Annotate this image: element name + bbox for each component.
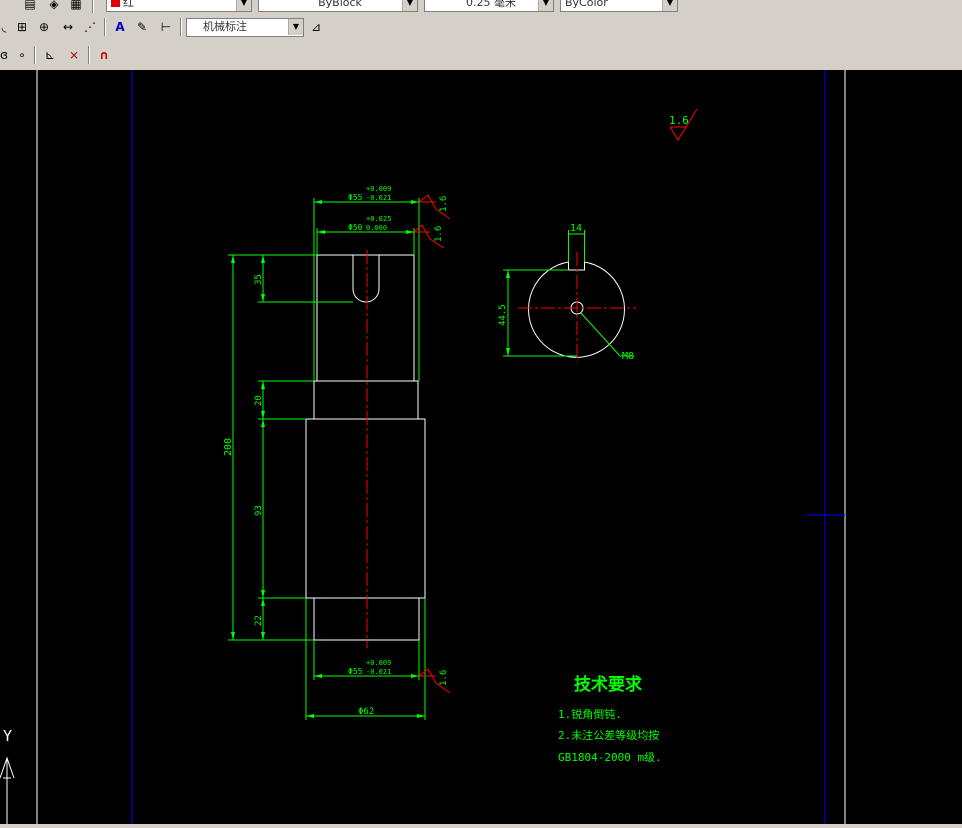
chevron-down-icon[interactable]: ▼ <box>402 0 417 11</box>
chevron-down-icon[interactable]: ▼ <box>538 0 553 11</box>
dimstyle-combo-value: 机械标注 <box>203 20 247 33</box>
layer-states-icon[interactable]: ◈ <box>44 0 64 14</box>
snap-none-icon[interactable]: ⨯ <box>64 45 84 65</box>
thread-label: M8 <box>622 351 634 362</box>
dim-style-manager-icon[interactable]: ⊿ <box>306 17 326 37</box>
tech-line-3: GB1804-2000 m级. <box>558 751 662 764</box>
cross-section-view: 14 44.5 M8 <box>498 223 636 362</box>
dia-2: Φ50 <box>348 223 363 232</box>
roughness-1-label: 1.6 <box>439 196 449 212</box>
dim-center-mark-icon[interactable]: ⊕ <box>34 17 54 37</box>
tech-line-1: 1.锐角倒钝. <box>558 707 622 721</box>
dim-20: 20 <box>254 395 264 406</box>
roughness-top-label: 1.6 <box>669 114 689 127</box>
drawing-canvas[interactable]: 1.6 +0.009 -0.021 Φ55 +0.025 0.000 Φ50 +… <box>0 70 962 824</box>
snap-point-icon[interactable]: ∘ <box>12 45 32 65</box>
dia-4: Φ62 <box>358 707 374 717</box>
snap-perpendicular-icon[interactable]: ⊾ <box>40 45 60 65</box>
tol-top-2: +0.025 <box>366 215 391 223</box>
tech-requirements: 技术要求 1.锐角倒钝. 2.未注公差等级均按 GB1804-2000 m级. <box>558 674 662 764</box>
snap-toolbar: ɞ ∘ ⊾ ⨯ ∩ <box>0 43 120 67</box>
dim-22: 22 <box>254 615 264 626</box>
shaft-outline <box>305 254 426 641</box>
dim-style-icon[interactable]: ⊢ <box>156 17 176 37</box>
lineweight-combo-value: 0.25 毫米 <box>466 0 516 9</box>
roughness-3-label: 1.6 <box>439 670 449 686</box>
color-combo[interactable]: 红 ▼ <box>106 0 252 12</box>
tol-top-3: +0.009 <box>366 659 391 667</box>
dim-93: 93 <box>254 505 264 516</box>
keyway-depth-label: 44.5 <box>498 304 508 326</box>
dim-total: 200 <box>223 438 234 456</box>
frame-borders <box>36 70 846 824</box>
lineweight-combo[interactable]: 0.25 毫米 ▼ <box>424 0 554 12</box>
chevron-down-icon[interactable]: ▼ <box>662 0 677 11</box>
linetype-combo-value: ByBlock <box>318 0 362 9</box>
dia-3: Φ55 <box>348 667 363 676</box>
tol-bot-1: -0.021 <box>366 194 391 202</box>
plotstyle-combo[interactable]: ByColor ▼ <box>560 0 678 12</box>
dim-oblique-icon[interactable]: ⋰ <box>80 17 100 37</box>
linetype-combo[interactable]: ByBlock ▼ <box>258 0 418 12</box>
dia-1: Φ55 <box>348 193 363 202</box>
tech-line-2: 2.未注公差等级均按 <box>558 728 659 742</box>
ucs-y-label: Y <box>3 727 12 745</box>
shaft-dimension-texts: +0.009 -0.021 Φ55 +0.025 0.000 Φ50 +0.00… <box>223 185 391 717</box>
dim-text-edit-icon[interactable]: A <box>110 17 130 37</box>
snap-settings-icon[interactable]: ∩ <box>94 45 114 65</box>
layer-previous-icon[interactable]: ▦ <box>66 0 86 14</box>
dimension-toolbar: ◟ ⊞ ⊕ ↔ ⋰ A ✎ ⊢ 机械标注 ▼ ⊿ <box>0 15 330 39</box>
dim-edit-icon[interactable]: ↔ <box>58 17 78 37</box>
dim-tolerance-icon[interactable]: ⊞ <box>12 17 32 37</box>
ucs-icon: Y <box>0 727 15 824</box>
drawing-svg: 1.6 +0.009 -0.021 Φ55 +0.025 0.000 Φ50 +… <box>0 70 846 824</box>
tol-top-1: +0.009 <box>366 185 391 193</box>
tol-bot-2: 0.000 <box>366 224 387 232</box>
toolbar-area: ▤ ◈ ▦ 红 ▼ ByBlock ▼ 0.25 毫米 ▼ ByColor ▼ … <box>0 0 962 71</box>
properties-toolbar: ▤ ◈ ▦ 红 ▼ ByBlock ▼ 0.25 毫米 ▼ ByColor ▼ <box>0 0 680 14</box>
keyway-width-label: 14 <box>570 223 582 234</box>
roughness-2-label: 1.6 <box>434 226 444 242</box>
chevron-down-icon[interactable]: ▼ <box>236 0 251 11</box>
chevron-down-icon[interactable]: ▼ <box>288 19 303 35</box>
color-combo-value: 红 <box>123 0 134 9</box>
color-swatch <box>111 0 120 7</box>
roughness-symbol-top: 1.6 <box>669 108 698 141</box>
dimstyle-combo[interactable]: 机械标注 ▼ <box>186 18 304 37</box>
layers-icon[interactable]: ▤ <box>20 0 40 14</box>
tech-title: 技术要求 <box>574 674 642 695</box>
plotstyle-combo-value: ByColor <box>565 0 608 9</box>
dim-update-icon[interactable]: ✎ <box>132 17 152 37</box>
dim-35: 35 <box>254 274 264 285</box>
tol-bot-3: -0.021 <box>366 668 391 676</box>
